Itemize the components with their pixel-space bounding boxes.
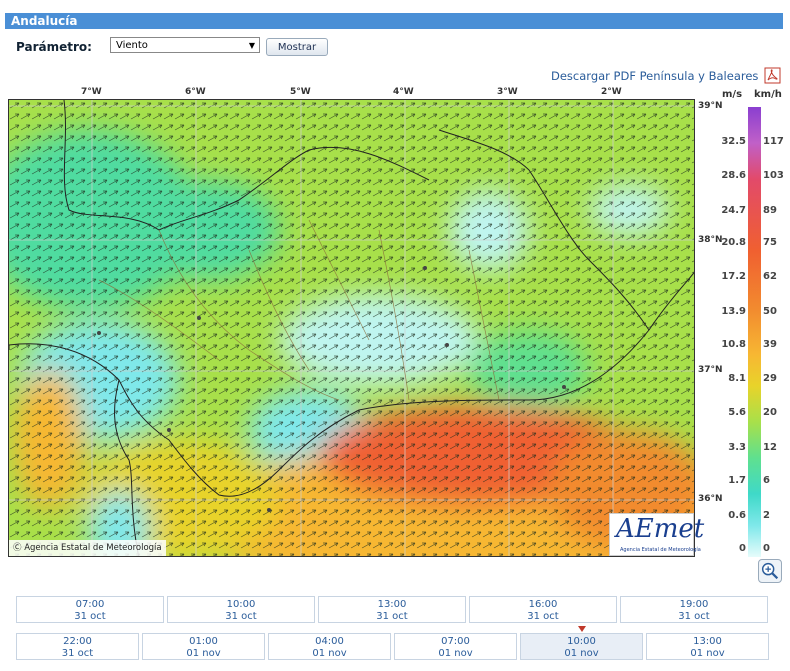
parameter-select-value: Viento — [116, 40, 148, 51]
time-slot-date: 31 oct — [376, 611, 408, 622]
time-slot-active[interactable]: 10:00 01 nov — [520, 633, 643, 660]
scale-ms-value: 28.6 — [721, 170, 746, 181]
time-slot-time: 07:00 — [441, 636, 470, 647]
scale-ms-value: 24.7 — [721, 205, 746, 216]
logo-subtitle: Agencia Estatal de Meteorología — [620, 547, 701, 553]
longitude-label: 4°W — [393, 87, 414, 97]
longitude-label: 2°W — [601, 87, 622, 97]
time-slot[interactable]: 13:00 31 oct — [318, 596, 466, 623]
wind-map-canvas — [9, 100, 694, 556]
scale-ms-value: 0.6 — [728, 510, 746, 521]
time-slot-time: 01:00 — [189, 636, 218, 647]
download-pdf-link[interactable]: Descargar PDF Península y Baleares — [551, 69, 758, 83]
scale-kmh-value: 39 — [763, 339, 777, 350]
time-slot-time: 10:00 — [226, 599, 256, 610]
scale-kmh-value: 2 — [763, 510, 770, 521]
scale-kmh-value: 62 — [763, 271, 777, 282]
time-slot-date: 31 oct — [74, 611, 106, 622]
scale-ms-value: 8.1 — [728, 373, 746, 384]
scale-ms-value: 10.8 — [721, 339, 746, 350]
scale-ms-value: 20.8 — [721, 237, 746, 248]
time-slot[interactable]: 07:00 01 nov — [394, 633, 517, 660]
scale-ms-value: 13.9 — [721, 306, 746, 317]
time-slot-time: 16:00 — [528, 599, 558, 610]
parameter-label: Parámetro: — [16, 40, 92, 54]
copyright-text: Agencia Estatal de Meteorología — [24, 543, 162, 553]
time-slot[interactable]: 22:00 31 oct — [16, 633, 139, 660]
time-slot[interactable]: 10:00 31 oct — [167, 596, 315, 623]
page-title: Andalucía — [5, 13, 783, 29]
aemet-logo: AEmet Agencia Estatal de Meteorología — [609, 513, 704, 556]
scale-kmh-value: 50 — [763, 306, 777, 317]
dropdown-arrow-icon: ▼ — [248, 41, 255, 50]
time-slot[interactable]: 13:00 01 nov — [646, 633, 769, 660]
scale-kmh-value: 12 — [763, 442, 777, 453]
unit-kmh-label: km/h — [754, 89, 782, 100]
time-slot[interactable]: 16:00 31 oct — [469, 596, 617, 623]
time-slot-time: 13:00 — [693, 636, 722, 647]
time-slot-date: 01 nov — [564, 648, 599, 659]
time-slot-date: 31 oct — [678, 611, 710, 622]
wind-map[interactable] — [8, 99, 695, 557]
latitude-label: 39°N — [698, 101, 723, 111]
time-slot-date: 31 oct — [225, 611, 257, 622]
time-slot-date: 31 oct — [61, 648, 94, 659]
time-slot[interactable]: 01:00 01 nov — [142, 633, 265, 660]
time-slot[interactable]: 04:00 01 nov — [268, 633, 391, 660]
latitude-label: 36°N — [698, 494, 723, 504]
time-slot-date: 01 nov — [438, 648, 473, 659]
scale-ms-value: 5.6 — [728, 407, 746, 418]
scale-kmh-value: 103 — [763, 170, 784, 181]
time-slot-time: 13:00 — [377, 599, 407, 610]
logo-text: AEmet — [616, 514, 705, 544]
time-slot-time: 07:00 — [75, 599, 105, 610]
time-slot-date: 01 nov — [312, 648, 347, 659]
longitude-label: 6°W — [185, 87, 206, 97]
time-slot-time: 04:00 — [315, 636, 344, 647]
longitude-label: 7°W — [81, 87, 102, 97]
scale-kmh-value: 89 — [763, 205, 777, 216]
scale-ms-value: 17.2 — [721, 271, 746, 282]
scale-kmh-value: 6 — [763, 475, 770, 486]
time-slot[interactable]: 19:00 31 oct — [620, 596, 768, 623]
active-time-marker — [578, 626, 586, 632]
time-slot-time: 19:00 — [679, 599, 709, 610]
longitude-label: 3°W — [497, 87, 518, 97]
time-slot[interactable]: 07:00 31 oct — [16, 596, 164, 623]
copyright-icon: Ⓒ — [13, 543, 22, 553]
time-slot-time: 22:00 — [63, 636, 92, 647]
show-button[interactable]: Mostrar — [266, 38, 328, 56]
scale-kmh-value: 0 — [763, 543, 770, 554]
scale-ms-value: 32.5 — [721, 136, 746, 147]
unit-ms-label: m/s — [722, 89, 743, 100]
scale-ms-value: 1.7 — [728, 475, 746, 486]
scale-kmh-value: 20 — [763, 407, 777, 418]
pdf-icon[interactable] — [764, 67, 781, 84]
scale-kmh-value: 117 — [763, 136, 784, 147]
copyright-notice: Ⓒ Agencia Estatal de Meteorología — [9, 540, 166, 556]
scale-kmh-value: 75 — [763, 237, 777, 248]
scale-ms-value: 3.3 — [728, 442, 746, 453]
time-slot-time: 10:00 — [567, 636, 596, 647]
time-slot-date: 31 oct — [527, 611, 559, 622]
time-slot-date: 01 nov — [690, 648, 725, 659]
parameter-select[interactable]: Viento ▼ — [110, 37, 260, 53]
longitude-label: 5°W — [290, 87, 311, 97]
scale-ms-value: 0 — [739, 543, 746, 554]
color-scale-bar — [748, 107, 761, 557]
scale-kmh-value: 29 — [763, 373, 777, 384]
zoom-button[interactable] — [758, 559, 782, 583]
time-slot-date: 01 nov — [186, 648, 221, 659]
